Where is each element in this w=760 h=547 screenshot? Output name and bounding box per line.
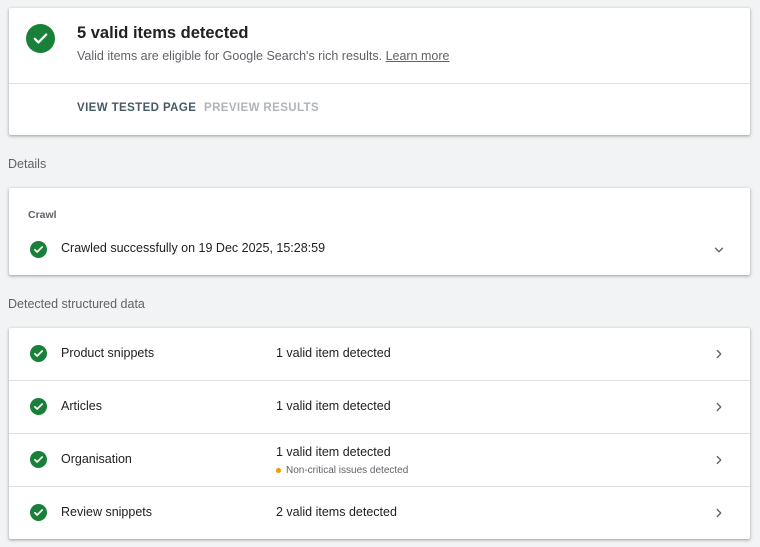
chevron-right-icon[interactable] xyxy=(712,347,726,361)
learn-more-link[interactable]: Learn more xyxy=(386,49,450,63)
chevron-right-icon[interactable] xyxy=(712,453,726,467)
item-status: 1 valid item detected xyxy=(276,346,391,360)
summary-title: 5 valid items detected xyxy=(77,24,249,42)
item-name: Organisation xyxy=(61,452,132,466)
item-status: 1 valid item detected xyxy=(276,399,391,413)
structured-data-section-label: Detected structured data xyxy=(8,297,145,311)
item-name: Product snippets xyxy=(61,346,155,360)
crawl-status-text: Crawled successfully on 19 Dec 2025, 15:… xyxy=(61,241,326,255)
divider xyxy=(9,83,750,84)
summary-card: 5 valid items detected Valid items are e… xyxy=(9,8,750,135)
chevron-right-icon[interactable] xyxy=(712,400,726,414)
list-item-organisation[interactable]: Organisation 1 valid item detected Non-c… xyxy=(9,434,750,487)
check-circle-icon xyxy=(30,398,47,415)
preview-results-button[interactable]: PREVIEW RESULTS xyxy=(204,102,319,114)
details-section-label: Details xyxy=(8,157,47,171)
list-item-review-snippets[interactable]: Review snippets 2 valid items detected xyxy=(9,487,750,540)
warning-dot-icon xyxy=(276,468,281,473)
check-circle-icon xyxy=(26,24,55,53)
item-status: 1 valid item detected xyxy=(276,445,391,459)
view-tested-page-button[interactable]: VIEW TESTED PAGE xyxy=(77,102,196,114)
check-circle-icon xyxy=(30,451,47,468)
item-warning-text: Non-critical issues detected xyxy=(286,465,409,476)
item-warning-note: Non-critical issues detected xyxy=(276,465,408,476)
item-status: 2 valid items detected xyxy=(276,505,397,519)
list-item-articles[interactable]: Articles 1 valid item detected xyxy=(9,381,750,434)
chevron-right-icon[interactable] xyxy=(712,506,726,520)
crawl-card[interactable]: Crawl Crawled successfully on 19 Dec 202… xyxy=(9,188,750,275)
summary-subtitle: Valid items are eligible for Google Sear… xyxy=(77,49,450,63)
structured-data-list: Product snippets 1 valid item detected A… xyxy=(9,328,750,539)
summary-subtitle-text: Valid items are eligible for Google Sear… xyxy=(77,49,383,63)
check-circle-icon xyxy=(30,345,47,362)
list-item-product-snippets[interactable]: Product snippets 1 valid item detected xyxy=(9,328,750,381)
item-name: Articles xyxy=(61,399,102,413)
check-circle-icon xyxy=(30,504,47,521)
crawl-heading: Crawl xyxy=(28,209,57,221)
chevron-down-icon[interactable] xyxy=(712,243,726,257)
item-name: Review snippets xyxy=(61,505,153,519)
check-circle-icon xyxy=(30,241,47,258)
